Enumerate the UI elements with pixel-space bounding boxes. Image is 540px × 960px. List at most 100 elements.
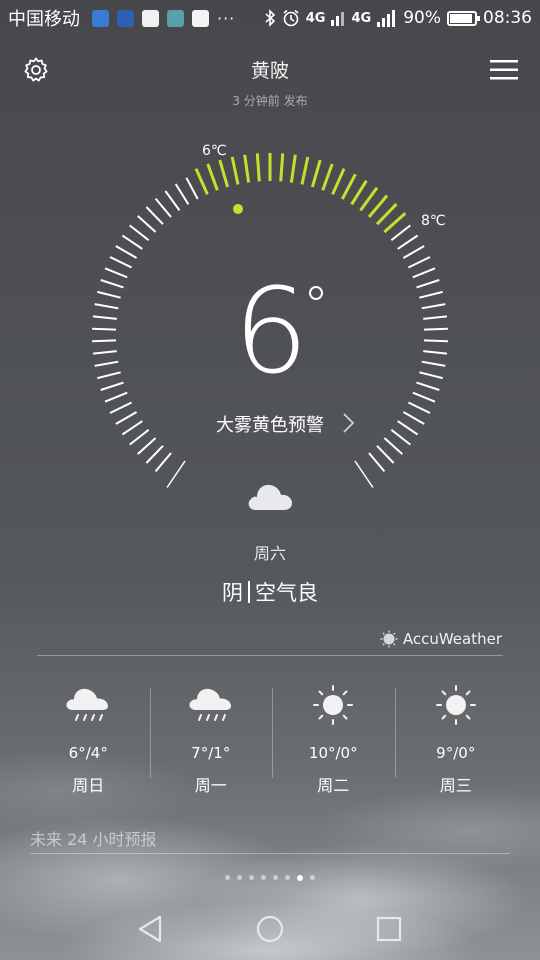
dial-tick-highlight xyxy=(194,168,209,195)
forecast-temp: 10°/0° xyxy=(308,744,358,762)
dial-tick-highlight xyxy=(383,212,407,234)
status-bar: 中国移动 ··· 4G 4G 90% 08:36 xyxy=(0,0,540,36)
divider xyxy=(30,853,510,854)
dial-tick xyxy=(137,437,157,455)
condition-line: 阴空气良 xyxy=(0,577,540,607)
dial-end-tick xyxy=(354,460,374,488)
air-quality[interactable]: 空气良 xyxy=(255,581,318,605)
dial-tick-highlight xyxy=(331,168,346,195)
recent-apps-icon[interactable] xyxy=(376,916,402,942)
notification-app-icon xyxy=(117,9,134,27)
signal-icon xyxy=(377,10,396,27)
forecast-day[interactable]: 9°/0° 周三 xyxy=(394,680,518,795)
provider-attribution[interactable]: AccuWeather xyxy=(380,630,502,648)
navigation-bar xyxy=(0,898,540,960)
dial-tick-highlight xyxy=(289,154,297,183)
signal-icon xyxy=(331,12,345,26)
dial-high-label: 8℃ xyxy=(421,213,446,229)
dial-tick xyxy=(109,256,133,269)
page-dot[interactable] xyxy=(225,875,230,880)
daily-forecast: 6°/4° 周日 7°/1° 周一 10°/0° 周二 9°/0° 周三 xyxy=(27,680,518,795)
rain-cloud-icon xyxy=(189,688,231,721)
dial-tick-highlight xyxy=(359,186,379,212)
page-indicator xyxy=(0,874,540,881)
dial-tick xyxy=(383,437,403,455)
dial-tick xyxy=(115,245,138,259)
publish-time: 3 分钟前 发布 xyxy=(232,94,308,108)
bluetooth-icon xyxy=(265,9,275,27)
dial-tick xyxy=(407,256,431,269)
forecast-temp: 9°/0° xyxy=(436,744,476,762)
notification-app-icon xyxy=(142,9,159,27)
dial-tick xyxy=(376,445,395,464)
page-dot[interactable] xyxy=(249,875,254,880)
network-type-label: 4G xyxy=(305,10,326,26)
dial-tick-highlight xyxy=(350,179,368,206)
dial-tick xyxy=(104,391,128,403)
dial-tick-highlight xyxy=(218,159,230,188)
forecast-day-label: 周二 xyxy=(317,776,350,795)
notification-map-icon xyxy=(192,9,209,27)
dial-tick-highlight xyxy=(340,173,357,200)
dial-low-label: 6℃ xyxy=(202,143,227,159)
page-dot[interactable] xyxy=(310,875,315,880)
page-dot[interactable] xyxy=(261,875,266,880)
dial-tick-highlight xyxy=(206,163,219,191)
forecast-day[interactable]: 10°/0° 周二 xyxy=(272,680,395,795)
dial-tick-highlight xyxy=(367,194,389,218)
page-dot[interactable] xyxy=(273,875,278,880)
weather-alert[interactable]: 大雾黄色预警 xyxy=(0,411,540,437)
weather-condition: 阴 xyxy=(222,581,243,605)
provider-name: AccuWeather xyxy=(402,630,502,648)
forecast-day-label: 周三 xyxy=(439,776,472,795)
dial-tick-highlight xyxy=(375,203,398,226)
page-dot[interactable] xyxy=(285,875,290,880)
current-temp-marker xyxy=(233,204,243,214)
city-title[interactable]: 黄陂 xyxy=(0,56,540,83)
dial-tick xyxy=(174,183,190,205)
dial-tick-highlight xyxy=(310,159,322,188)
condition-divider xyxy=(248,581,250,603)
sun-icon xyxy=(435,685,476,725)
home-icon[interactable] xyxy=(256,915,284,943)
dial-tick xyxy=(185,177,199,200)
header: 黄陂 3 分钟前 发布 xyxy=(0,52,540,112)
notification-gallery-icon xyxy=(167,9,184,27)
dial-tick xyxy=(129,224,150,241)
dial-tick xyxy=(164,190,181,211)
dial-tick xyxy=(412,391,436,403)
alarm-icon xyxy=(283,9,299,27)
rain-cloud-icon xyxy=(66,688,109,721)
dial-tick xyxy=(390,224,411,241)
forecast-day[interactable]: 7°/1° 周一 xyxy=(149,680,273,795)
network-type-label: 4G xyxy=(351,10,372,26)
battery-percent: 90% xyxy=(403,8,441,28)
dial-tick-highlight xyxy=(300,156,310,185)
forecast-temp: 7°/1° xyxy=(191,744,231,762)
current-day: 周六 xyxy=(253,544,286,563)
dial-tick xyxy=(368,452,386,473)
current-temperature: 6 xyxy=(233,262,308,400)
more-notifications-icon: ··· xyxy=(217,8,236,28)
hourly-forecast-title[interactable]: 未来 24 小时预报 xyxy=(30,826,157,850)
back-icon[interactable] xyxy=(136,914,164,944)
page-dot[interactable] xyxy=(237,875,242,880)
battery-icon xyxy=(447,10,480,26)
dial-tick xyxy=(154,452,172,473)
carrier-name: 中国移动 xyxy=(8,9,80,30)
dial-tick xyxy=(145,445,164,464)
notification-app-icon xyxy=(92,9,109,27)
forecast-day[interactable]: 6°/4° 周日 xyxy=(27,680,150,795)
degree-symbol xyxy=(309,286,323,300)
chevron-right-icon[interactable] xyxy=(342,412,356,434)
page-dot[interactable] xyxy=(297,874,303,881)
forecast-temp: 6°/4° xyxy=(68,744,108,762)
menu-icon[interactable] xyxy=(490,58,518,82)
dial-tick xyxy=(154,197,172,218)
weather-alert-text: 大雾黄色预警 xyxy=(216,415,324,436)
dial-tick-highlight xyxy=(255,153,261,182)
dial-tick-highlight xyxy=(321,163,334,191)
divider xyxy=(37,655,503,656)
dial-tick-highlight xyxy=(243,154,251,183)
clock: 08:36 xyxy=(483,8,532,28)
